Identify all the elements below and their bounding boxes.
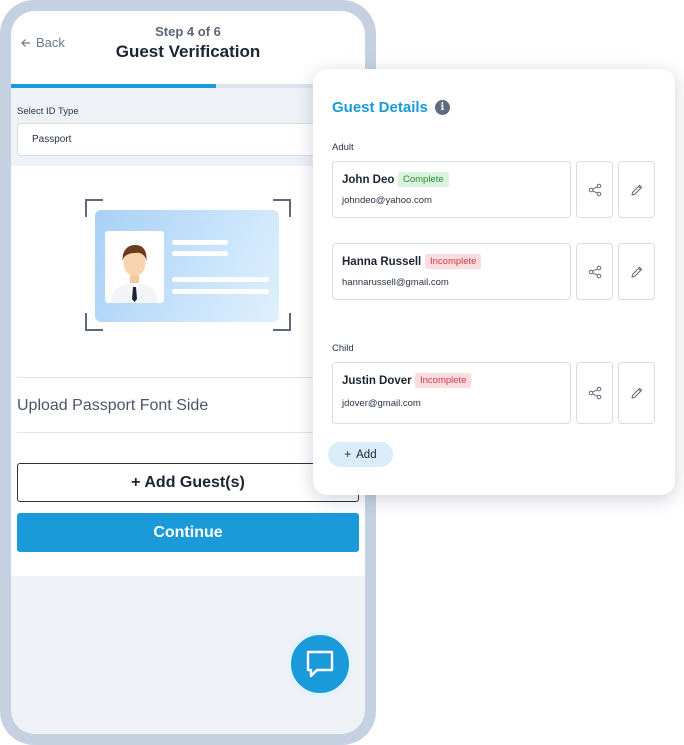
chat-icon xyxy=(306,650,334,678)
header: Back Step 4 of 6 Guest Verification xyxy=(11,11,365,85)
share-icon xyxy=(588,265,601,278)
add-label: Add xyxy=(356,448,377,461)
add-guest-button[interactable]: + Add xyxy=(328,442,393,467)
group-label-adult: Adult xyxy=(332,142,354,153)
pencil-icon xyxy=(631,266,642,277)
group-label-child: Child xyxy=(332,343,354,354)
status-badge: Complete xyxy=(398,172,449,187)
phone-screen: Back Step 4 of 6 Guest Verification Sele… xyxy=(11,11,365,734)
share-icon xyxy=(588,183,601,196)
share-icon xyxy=(588,386,601,400)
guest-card[interactable]: Justin Dover Incomplete jdover@gmail.com xyxy=(332,362,571,424)
guest-email: hannarussell@gmail.com xyxy=(342,277,449,288)
share-button[interactable] xyxy=(576,161,613,218)
page-title: Guest Verification xyxy=(115,42,261,61)
card-line xyxy=(172,251,228,256)
person-avatar-icon xyxy=(105,231,164,303)
guest-name: Justin Dover xyxy=(342,375,412,387)
action-section: + Add Guest(s) Continue xyxy=(11,439,365,576)
share-button[interactable] xyxy=(576,243,613,300)
guest-card[interactable]: John Deo Complete johndeo@yahoo.com xyxy=(332,161,571,218)
chat-button[interactable] xyxy=(287,631,353,697)
id-type-select[interactable]: Passport xyxy=(17,123,347,156)
guest-email: johndeo@yahoo.com xyxy=(342,195,432,206)
guest-name: John Deo xyxy=(342,174,395,186)
upload-section: Upload Passport Font Side xyxy=(11,166,365,439)
id-type-label: Select ID Type xyxy=(17,106,79,117)
divider xyxy=(17,377,359,378)
divider xyxy=(17,432,359,433)
add-guests-button[interactable]: + Add Guest(s) xyxy=(17,463,359,502)
info-icon[interactable]: i xyxy=(434,100,450,115)
status-badge: Incomplete xyxy=(425,254,482,269)
guest-details-title-text: Guest Details xyxy=(332,99,428,116)
guest-details-card: Guest Details i Adult John Deo Complete … xyxy=(313,69,675,495)
id-type-section: Select ID Type Passport xyxy=(11,88,365,166)
status-badge: Incomplete xyxy=(415,373,472,388)
edit-button[interactable] xyxy=(618,362,655,424)
card-line xyxy=(172,240,228,245)
guest-details-title: Guest Details i xyxy=(332,99,450,116)
step-indicator: Step 4 of 6 xyxy=(155,24,221,39)
edit-button[interactable] xyxy=(618,243,655,300)
edit-button[interactable] xyxy=(618,161,655,218)
id-card-illustration xyxy=(95,210,279,322)
guest-email: jdover@gmail.com xyxy=(342,398,421,409)
pencil-icon xyxy=(631,387,642,399)
guest-card[interactable]: Hanna Russell Incomplete hannarussell@gm… xyxy=(332,243,571,300)
plus-icon: + xyxy=(344,448,352,461)
upload-label[interactable]: Upload Passport Font Side xyxy=(17,397,208,415)
card-line xyxy=(172,277,269,282)
card-line xyxy=(172,289,269,294)
guest-name: Hanna Russell xyxy=(342,256,422,268)
scan-frame[interactable] xyxy=(85,199,291,331)
pencil-icon xyxy=(631,184,642,195)
share-button[interactable] xyxy=(576,362,613,424)
continue-button[interactable]: Continue xyxy=(17,513,359,552)
